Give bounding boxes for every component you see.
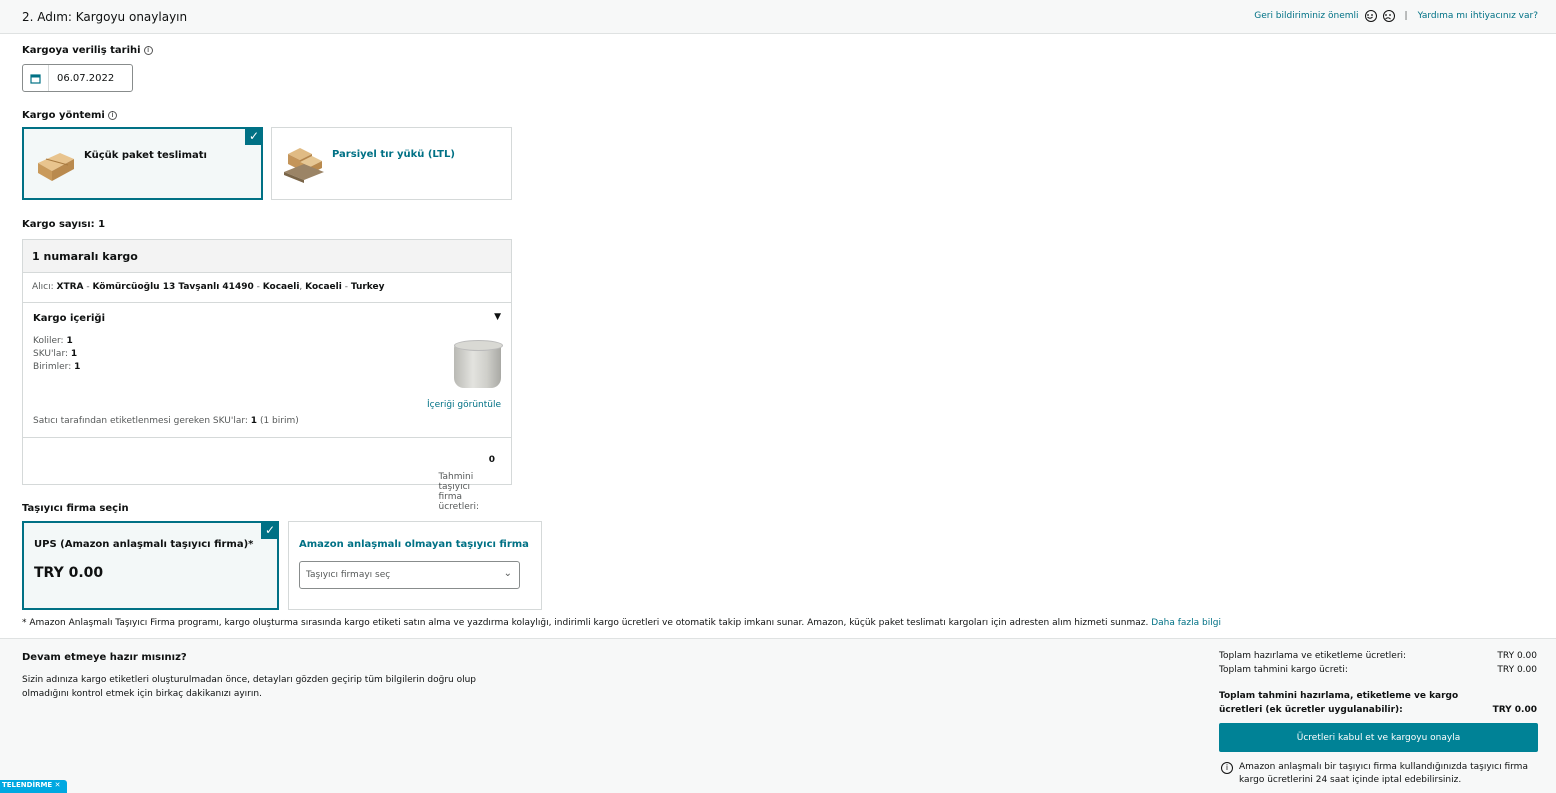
method-option-label: Parsiyel tır yükü (LTL) [332, 149, 455, 160]
feedback-tab[interactable]: TELENDİRME ✕ [0, 780, 67, 793]
info-icon[interactable]: i [143, 46, 153, 55]
shipment-count: Kargo sayısı: 1 [22, 219, 106, 230]
sad-face-icon[interactable] [1382, 10, 1395, 22]
label-requirement-note: Satıcı tarafından etiketlenmesi gereken … [33, 416, 299, 426]
happy-face-icon[interactable] [1364, 10, 1377, 22]
skus-stat: SKU'lar: 1 [33, 349, 78, 359]
pallet-icon [284, 148, 324, 183]
checkmark-icon: ✓ [245, 127, 263, 145]
header-links: Geri bildiriminiz önemli | Yardıma mı ih… [1254, 10, 1538, 22]
ship-date-label: Kargoya veriliş tarihi i [22, 45, 153, 56]
info-icon[interactable]: i [107, 111, 117, 120]
info-icon: i [1221, 762, 1233, 774]
carrier-option-non-partnered[interactable]: Amazon anlaşmalı olmayan taşıyıcı firma … [288, 521, 542, 610]
shipment-title: 1 numaralı kargo [23, 240, 511, 273]
method-option-ltl[interactable]: Parsiyel tır yükü (LTL) [271, 127, 512, 200]
method-option-small-parcel[interactable]: Küçük paket teslimatı ✓ [22, 127, 263, 200]
help-link[interactable]: Yardıma mı ihtiyacınız var? [1418, 11, 1538, 21]
carrier-name: UPS (Amazon anlaşmalı taşıyıcı firma)* [34, 539, 254, 550]
box-icon [38, 153, 74, 181]
ready-text: Sizin adınıza kargo etiketleri oluşturul… [22, 675, 477, 699]
carrier-label: Taşıyıcı firma seçin [22, 503, 129, 514]
checkmark-icon: ✓ [261, 521, 279, 539]
ready-title: Devam etmeye hazır mısınız? [22, 652, 187, 663]
carrier-name: Amazon anlaşmalı olmayan taşıyıcı firma [299, 539, 529, 550]
method-label: Kargo yöntemi i [22, 110, 117, 121]
prep-fee-row: Toplam hazırlama ve etiketleme ücretleri… [1219, 651, 1537, 661]
carrier-fee-estimate: Tahmini taşıyıcı firma ücretleri: 0 [438, 455, 495, 512]
calendar-icon[interactable] [23, 65, 49, 91]
learn-more-link[interactable]: Daha fazla bilgi [1151, 618, 1221, 628]
shipment-contents: Kargo içeriği ▼ Koliler: 1 SKU'lar: 1 Bi… [23, 303, 511, 438]
accept-and-confirm-button[interactable]: Ücretleri kabul et ve kargoyu onayla [1219, 723, 1538, 752]
cancel-note: i Amazon anlaşmalı bir taşıyıcı firma ku… [1219, 761, 1537, 787]
collapse-triangle-icon[interactable]: ▼ [494, 312, 501, 322]
units-stat: Birimler: 1 [33, 362, 81, 372]
view-contents-link[interactable]: İçeriği görüntüle [427, 400, 501, 410]
total-fee-row: Toplam tahmini hazırlama, etiketleme ve … [1219, 691, 1537, 715]
ship-date-field[interactable]: 06.07.2022 [22, 64, 133, 92]
recipient-address: Alıcı: XTRA - Kömürcüoğlu 13 Tavşanlı 41… [23, 273, 511, 303]
carrier-select[interactable]: Taşıyıcı firmayı seç ⌄ [299, 561, 520, 589]
partnered-carrier-footnote: * Amazon Anlaşmalı Taşıyıcı Firma progra… [22, 618, 1221, 628]
contents-title: Kargo içeriği [33, 313, 106, 324]
shipping-fee-row: Toplam tahmini kargo ücreti: TRY 0.00 [1219, 665, 1537, 675]
boxes-stat: Koliler: 1 [33, 336, 73, 346]
step-title: 2. Adım: Kargoyu onaylayın [22, 10, 188, 24]
product-image[interactable] [454, 340, 503, 388]
ship-date-value[interactable]: 06.07.2022 [49, 73, 114, 84]
header-separator: | [1404, 11, 1408, 21]
carrier-option-ups[interactable]: UPS (Amazon anlaşmalı taşıyıcı firma)* T… [22, 521, 279, 610]
chevron-down-icon: ⌄ [503, 568, 512, 579]
method-option-label: Küçük paket teslimatı [84, 150, 207, 161]
feedback-link[interactable]: Geri bildiriminiz önemli [1254, 11, 1358, 21]
shipment-card: 1 numaralı kargo Alıcı: XTRA - Kömürcüoğ… [22, 239, 512, 512]
step-header: 2. Adım: Kargoyu onaylayın Geri bildirim… [0, 0, 1556, 34]
confirm-footer: Devam etmeye hazır mısınız? Sizin adınız… [0, 638, 1556, 793]
carrier-price: TRY 0.00 [34, 565, 104, 581]
